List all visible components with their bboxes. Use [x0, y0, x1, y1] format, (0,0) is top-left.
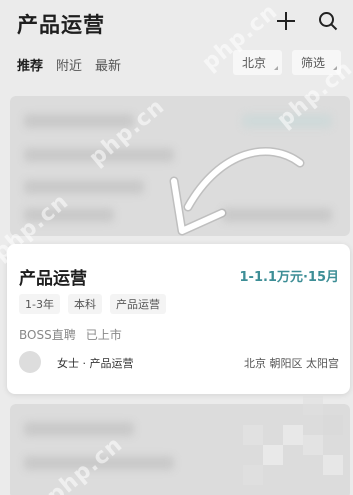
job-tags: 1-3年 本科 产品运营 [19, 294, 166, 314]
job-card[interactable]: 产品运营 1-1.1万元·15月 1-3年 本科 产品运营 BOSS直聘 已上市… [7, 244, 350, 394]
tab-bar: 推荐 附近 最新 [17, 55, 121, 74]
pixel-noise [243, 395, 343, 485]
avatar [19, 351, 41, 373]
tab-latest[interactable]: 最新 [95, 55, 121, 74]
pointer-arrow-icon [169, 147, 305, 236]
city-label: 北京 [241, 56, 266, 70]
dropdown-corner-icon [273, 66, 278, 70]
job-title: 产品运营 [19, 269, 87, 289]
add-button[interactable] [273, 8, 299, 34]
city-selector[interactable]: 北京 [232, 50, 282, 75]
tab-recommended[interactable]: 推荐 [17, 55, 43, 74]
header-actions [273, 8, 341, 34]
app-screen: 产品运营 推荐 附近 最新 北京 筛选 产品运营 1-1.1万元·15月 1-3… [0, 0, 353, 495]
job-location: 北京 朝阳区 太阳宫 [244, 357, 339, 370]
filter-label: 筛选 [300, 56, 325, 70]
recruiter-info: 女士 · 产品运营 [57, 357, 134, 370]
plus-icon [277, 12, 295, 30]
company-name: BOSS直聘 [19, 328, 76, 342]
search-button[interactable] [315, 8, 341, 34]
job-salary: 1-1.1万元·15月 [239, 270, 340, 285]
dropdown-corner-icon [333, 66, 337, 70]
search-icon [319, 12, 338, 31]
tag-education: 本科 [67, 294, 102, 314]
page-title: 产品运营 [17, 13, 105, 37]
filter-chips: 北京 筛选 [232, 50, 341, 75]
filter-button[interactable]: 筛选 [291, 50, 341, 75]
company-info: BOSS直聘 已上市 [19, 326, 122, 343]
tag-category: 产品运营 [109, 294, 166, 314]
company-stage: 已上市 [85, 328, 122, 342]
tab-nearby[interactable]: 附近 [56, 55, 82, 74]
tag-experience: 1-3年 [19, 294, 60, 314]
